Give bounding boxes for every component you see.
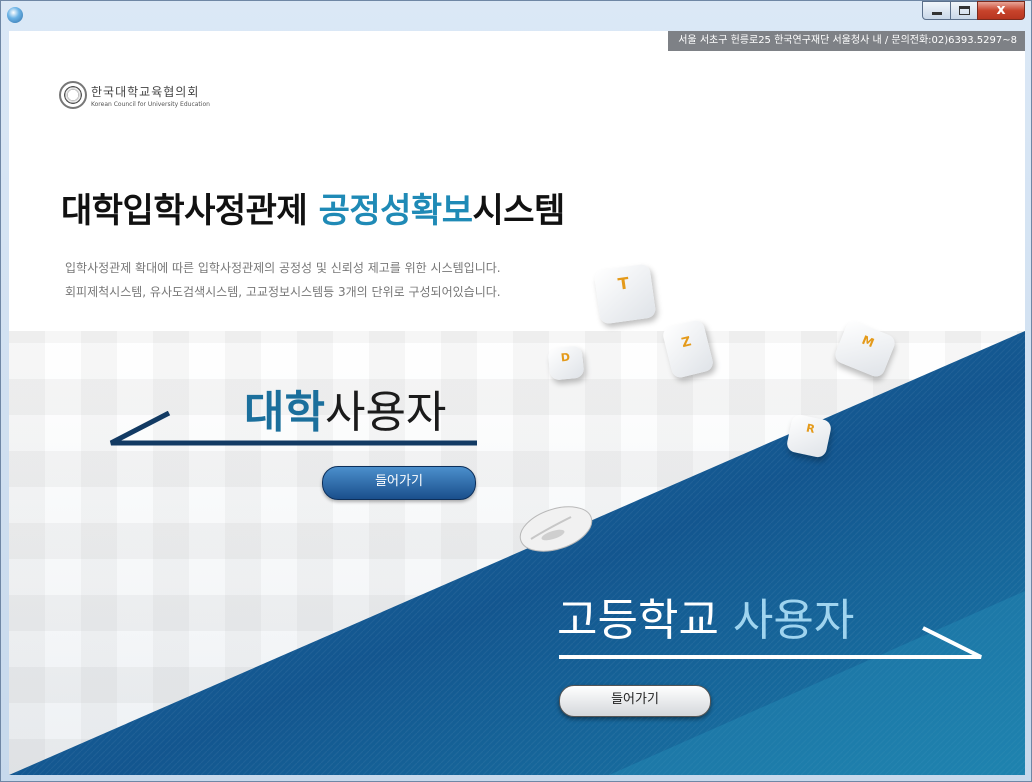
keyboard-key-t-icon: T [593,263,657,325]
contact-info: 서울 서초구 헌릉로25 한국연구재단 서울청사 내 / 문의전화:02)639… [668,31,1025,51]
page-content: 서울 서초구 헌릉로25 한국연구재단 서울청사 내 / 문의전화:02)639… [9,31,1025,775]
close-button[interactable]: x [977,1,1025,20]
title-accent: 공정성확보 [318,191,473,231]
maximize-icon [959,6,970,15]
system-description: 입학사정관제 확대에 따른 입학사정관제의 공정성 및 신뢰성 제고를 위한 시… [65,256,501,304]
minimize-button[interactable] [922,1,951,20]
close-icon: x [996,2,1006,18]
university-enter-button[interactable]: 들어가기 [322,466,476,500]
logo-english-name: Korean Council for University Education [91,100,210,108]
page-title: 대학입학사정관제 공정성확보시스템 [61,191,565,231]
description-line: 입학사정관제 확대에 따른 입학사정관제의 공정성 및 신뢰성 제고를 위한 시… [65,261,501,275]
logo-korean-name: 한국대학교육협의회 [91,84,200,99]
university-arrow-line [109,411,477,446]
logo-seal-icon [59,81,87,109]
mouse-icon [519,506,593,552]
highschool-arrow-line [559,626,982,659]
maximize-button[interactable] [950,1,978,20]
minimize-icon [932,12,942,15]
app-window: x 서울 서초구 헌릉로25 한국연구재단 서울청사 내 / 문의전화:02)6… [0,0,1032,782]
highschool-enter-button[interactable]: 들어가기 [559,685,711,717]
keyboard-key-r-icon: R [785,413,833,459]
app-icon [7,7,23,23]
description-line: 회피제척시스템, 유사도검색시스템, 고교정보시스템등 3개의 단위로 구성되어… [65,285,501,299]
title-bar[interactable]: x [1,1,1031,31]
keyboard-key-d-icon: D [547,345,585,381]
kcue-logo: 한국대학교육협의회 Korean Council for University … [59,81,210,109]
